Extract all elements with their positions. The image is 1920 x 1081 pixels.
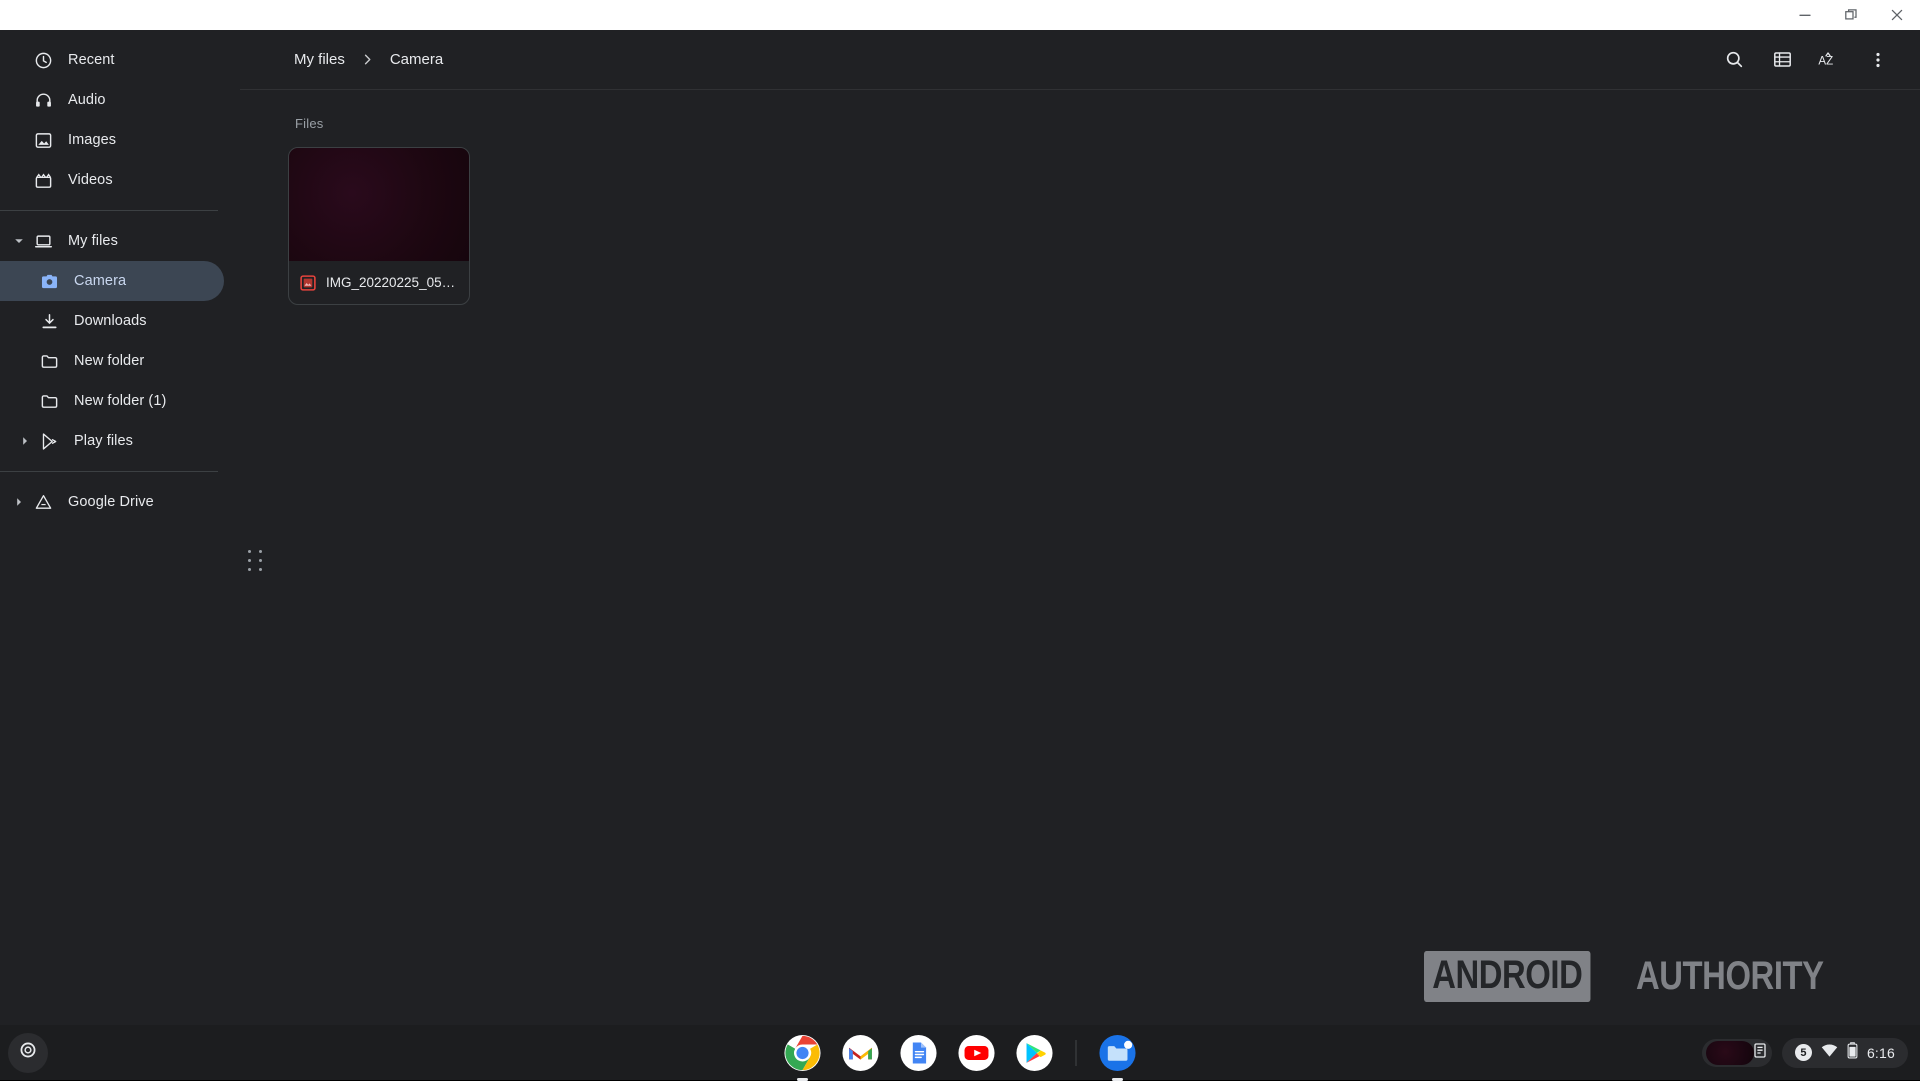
list-view-button[interactable] <box>1760 38 1804 82</box>
breadcrumb-root[interactable]: My files <box>288 47 351 72</box>
more-vert-icon <box>1868 50 1888 70</box>
sidebar-item-label: Google Drive <box>68 494 154 510</box>
breadcrumb-current[interactable]: Camera <box>384 47 449 72</box>
preview-thumbnail <box>1706 1041 1754 1065</box>
image-file-icon <box>299 274 316 291</box>
launcher-button[interactable] <box>8 1033 48 1073</box>
toolbar-actions: AZ <box>1712 38 1912 82</box>
window-titlebar <box>0 0 1920 30</box>
file-thumbnail <box>289 148 469 261</box>
shelf-apps <box>784 1025 1137 1080</box>
status-tray-button[interactable]: 5 6:16 <box>1782 1038 1908 1068</box>
file-name: IMG_20220225_055... <box>326 275 459 290</box>
handle-dot <box>248 550 251 553</box>
sidebar-item-audio[interactable]: Audio <box>0 80 224 120</box>
play-store-icon <box>36 432 62 451</box>
sidebar-item-videos[interactable]: Videos <box>0 160 224 200</box>
battery-icon <box>1847 1042 1858 1064</box>
chevron-right-icon[interactable] <box>8 497 30 507</box>
sidebar-item-label: My files <box>68 233 118 249</box>
window-body: Recent Audio <box>0 30 1920 1025</box>
toolbar: My files Camera <box>240 30 1920 90</box>
clock: 6:16 <box>1867 1045 1895 1061</box>
sidebar-item-label: Camera <box>74 273 126 289</box>
notification-count-badge: 5 <box>1795 1044 1812 1061</box>
restore-button[interactable] <box>1828 0 1874 30</box>
handle-dot <box>259 550 262 553</box>
app-active-indicator <box>1112 1078 1123 1081</box>
sidebar-item-label: Audio <box>68 92 106 108</box>
file-list-area[interactable]: Files <box>240 90 1920 1025</box>
sidebar-item-images[interactable]: Images <box>0 120 224 160</box>
folder-icon <box>36 352 62 371</box>
handle-dot <box>248 568 251 571</box>
sidebar-item-camera[interactable]: Camera <box>0 261 224 301</box>
holding-space-preview[interactable] <box>1702 1039 1772 1067</box>
handle-dot <box>248 559 251 562</box>
file-card[interactable]: IMG_20220225_055... <box>288 147 470 305</box>
sidebar-item-my-files[interactable]: My files <box>0 221 224 261</box>
video-icon <box>30 171 56 190</box>
sidebar-item-new-folder[interactable]: New folder <box>0 341 224 381</box>
clock-icon <box>30 51 56 70</box>
chevron-right-icon <box>361 53 374 66</box>
folder-icon <box>36 392 62 411</box>
search-button[interactable] <box>1712 38 1756 82</box>
svg-text:AZ: AZ <box>1818 55 1833 67</box>
laptop-icon <box>30 232 56 251</box>
shelf-app-gmail[interactable] <box>842 1034 880 1072</box>
shelf-app-youtube[interactable] <box>958 1034 996 1072</box>
sidebar-item-google-drive[interactable]: Google Drive <box>0 482 224 522</box>
sidebar-item-label: Recent <box>68 52 115 68</box>
content-area: My files Camera <box>240 30 1920 1025</box>
sidebar-item-recent[interactable]: Recent <box>0 40 224 80</box>
chevron-down-icon[interactable] <box>8 236 30 246</box>
sidebar-item-label: New folder (1) <box>74 393 166 409</box>
sidebar-resize-handle[interactable] <box>248 550 266 574</box>
more-button[interactable] <box>1856 38 1900 82</box>
minimize-button[interactable] <box>1782 0 1828 30</box>
section-title: Files <box>295 116 1920 131</box>
file-card-footer: IMG_20220225_055... <box>289 261 469 304</box>
sidebar-item-play-files[interactable]: Play files <box>0 421 224 461</box>
shelf-app-chrome[interactable] <box>784 1034 822 1072</box>
shelf-app-docs[interactable] <box>900 1034 938 1072</box>
sort-az-icon: AZ <box>1818 50 1842 70</box>
system-tray: 5 6:16 <box>1702 1038 1908 1068</box>
sidebar-divider-1 <box>0 210 218 211</box>
sidebar-item-label: Videos <box>68 172 113 188</box>
list-view-icon <box>1772 49 1793 70</box>
launcher-icon <box>19 1041 37 1064</box>
file-grid: IMG_20220225_055... <box>288 147 1920 305</box>
google-drive-icon <box>30 493 56 512</box>
sidebar-divider-2 <box>0 471 218 472</box>
sidebar-item-label: Play files <box>74 433 133 449</box>
files-app-window: Recent Audio <box>0 0 1920 1025</box>
sidebar-item-label: Images <box>68 132 116 148</box>
download-icon <box>36 312 62 331</box>
sidebar-item-downloads[interactable]: Downloads <box>0 301 224 341</box>
shelf-app-play-store[interactable] <box>1016 1034 1054 1072</box>
app-active-indicator <box>797 1078 808 1081</box>
search-icon <box>1724 49 1745 70</box>
sidebar-item-label: Downloads <box>74 313 147 329</box>
camera-icon <box>36 272 62 291</box>
sidebar-item-new-folder-1[interactable]: New folder (1) <box>0 381 224 421</box>
shelf-separator <box>1076 1040 1077 1066</box>
shelf: 5 6:16 <box>0 1025 1920 1080</box>
sidebar-item-label: New folder <box>74 353 144 369</box>
wifi-icon <box>1821 1043 1838 1063</box>
handle-dot <box>259 568 262 571</box>
image-icon <box>30 131 56 150</box>
breadcrumb: My files Camera <box>240 47 449 72</box>
handle-dot <box>259 559 262 562</box>
sort-button[interactable]: AZ <box>1808 38 1852 82</box>
desktop: Recent Audio <box>0 0 1920 1080</box>
holding-space-icon <box>1754 1043 1766 1063</box>
chevron-right-icon[interactable] <box>14 436 36 446</box>
shelf-app-files[interactable] <box>1099 1034 1137 1072</box>
close-button[interactable] <box>1874 0 1920 30</box>
headphones-icon <box>30 91 56 110</box>
sidebar: Recent Audio <box>0 30 240 1025</box>
